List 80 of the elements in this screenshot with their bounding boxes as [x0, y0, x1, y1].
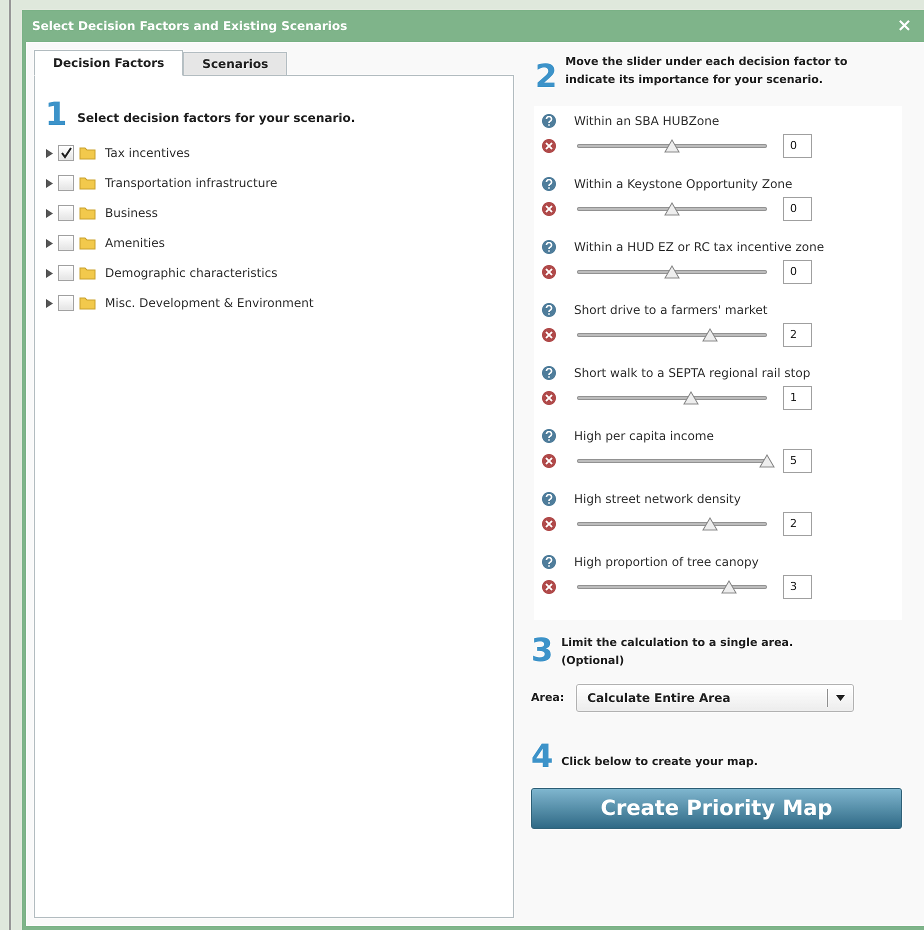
slider-thumb[interactable]	[721, 580, 737, 594]
value-field[interactable]: 5	[783, 449, 812, 473]
factor-label[interactable]: Amenities	[105, 234, 165, 252]
factor-label[interactable]: Demographic characteristics	[105, 264, 278, 282]
help-icon[interactable]	[542, 492, 556, 506]
remove-icon[interactable]	[542, 454, 556, 468]
slider-thumb[interactable]	[683, 391, 699, 405]
area-dropdown[interactable]: Calculate Entire Area	[576, 684, 854, 712]
remove-icon[interactable]	[542, 202, 556, 216]
expand-icon[interactable]	[45, 178, 55, 188]
factor-name: Short drive to a farmers' market	[574, 302, 768, 319]
help-icon[interactable]	[542, 303, 556, 317]
step-instruction: Move the slider under each decision factor to indicate its importance for your scenario.	[565, 54, 848, 88]
tab[interactable]: Scenarios	[183, 52, 288, 76]
tab[interactable]: Decision Factors	[34, 50, 184, 76]
step-number: 3	[531, 634, 554, 666]
folder-icon	[79, 206, 96, 220]
checkbox[interactable]	[58, 205, 74, 221]
folder-icon	[79, 296, 96, 310]
factor-label[interactable]: Transportation infrastructure	[105, 174, 278, 192]
window-title: Select Decision Factors and Existing Scenarios	[32, 18, 348, 35]
slider-thumb[interactable]	[702, 328, 718, 342]
factor-name: High proportion of tree canopy	[574, 554, 759, 571]
checkbox[interactable]	[58, 235, 74, 251]
caret-icon	[836, 695, 846, 701]
factor-label[interactable]: Business	[105, 204, 158, 222]
step-number: 2	[535, 60, 558, 92]
remove-icon[interactable]	[542, 580, 556, 594]
remove-icon[interactable]	[542, 328, 556, 342]
slider-thumb[interactable]	[664, 202, 680, 216]
value-field[interactable]: 2	[783, 512, 812, 536]
value-field[interactable]: 2	[783, 323, 812, 347]
remove-icon[interactable]	[542, 139, 556, 153]
factor-name: Short walk to a SEPTA regional rail stop	[574, 365, 810, 382]
dropdown-value: Calculate Entire Area	[586, 690, 732, 707]
folder-icon	[79, 146, 96, 160]
remove-icon[interactable]	[542, 265, 556, 279]
help-icon[interactable]	[542, 366, 556, 380]
remove-icon[interactable]	[542, 391, 556, 405]
create-map-button[interactable]: Create Priority Map	[531, 788, 902, 829]
factor-name: Within a Keystone Opportunity Zone	[574, 176, 792, 193]
folder-icon	[79, 266, 96, 280]
help-icon[interactable]	[542, 240, 556, 254]
value-field[interactable]: 0	[783, 134, 812, 158]
expand-icon[interactable]	[45, 268, 55, 278]
factor-name: High per capita income	[574, 428, 714, 445]
value-field[interactable]: 1	[783, 386, 812, 410]
factor-label[interactable]: Misc. Development & Environment	[105, 294, 314, 312]
help-icon[interactable]	[542, 429, 556, 443]
area-label: Area:	[531, 690, 564, 706]
expand-icon[interactable]	[45, 148, 55, 158]
slider-thumb[interactable]	[664, 139, 680, 153]
help-icon[interactable]	[542, 177, 556, 191]
checkbox[interactable]	[58, 295, 74, 311]
factor-name: Within a HUD EZ or RC tax incentive zone	[574, 239, 824, 256]
help-icon[interactable]	[542, 114, 556, 128]
checkbox[interactable]	[58, 265, 74, 281]
factor-name: High street network density	[574, 491, 741, 508]
slider-thumb[interactable]	[702, 517, 718, 531]
checkbox[interactable]	[58, 145, 74, 161]
folder-icon	[79, 176, 96, 190]
expand-icon[interactable]	[45, 298, 55, 308]
checkbox[interactable]	[58, 175, 74, 191]
remove-icon[interactable]	[542, 517, 556, 531]
step-instruction: Limit the calculation to a single area. (Optional)	[561, 635, 794, 669]
value-field[interactable]: 0	[783, 197, 812, 221]
expand-icon[interactable]	[45, 208, 55, 218]
step-instruction: Select decision factors for your scenario.	[77, 110, 356, 127]
slider-thumb[interactable]	[664, 265, 680, 279]
step-number: 1	[45, 98, 68, 130]
slider-thumb[interactable]	[759, 454, 775, 468]
help-icon[interactable]	[542, 555, 556, 569]
factor-name: Within an SBA HUBZone	[574, 113, 720, 130]
value-field[interactable]: 0	[783, 260, 812, 284]
step-instruction: Click below to create your map.	[561, 754, 758, 770]
value-field[interactable]: 3	[783, 575, 812, 599]
factor-label[interactable]: Tax incentives	[105, 144, 190, 162]
expand-icon[interactable]	[45, 238, 55, 248]
folder-icon	[79, 236, 96, 250]
step-number: 4	[531, 740, 554, 772]
